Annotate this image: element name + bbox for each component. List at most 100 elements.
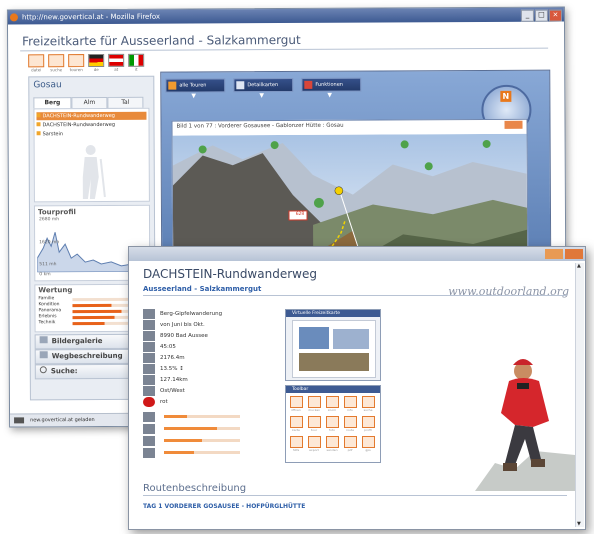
photo-close-button[interactable] <box>504 120 523 129</box>
search-icon <box>48 54 65 68</box>
tool-pdf[interactable]: pdf <box>344 436 357 452</box>
tab-alle-touren[interactable]: alle Touren <box>165 78 226 93</box>
tool-tour[interactable]: tour <box>308 416 321 432</box>
detail-title: DACHSTEIN-Rundwanderweg <box>143 267 317 281</box>
brand-logo: www.outdoorland.org <box>448 285 569 298</box>
hiker-silhouette-icon <box>82 145 106 200</box>
tool-zoom[interactable]: zoom <box>326 396 339 412</box>
tool-label: hilfe <box>292 448 300 452</box>
rating-bar <box>72 321 105 325</box>
detail-rating-track <box>164 415 240 418</box>
toolbar-item-touren[interactable]: touren <box>68 54 85 72</box>
tool-foto[interactable]: foto <box>326 416 339 432</box>
route-icon <box>39 351 48 359</box>
divider <box>143 295 567 296</box>
tool-gps[interactable]: gps <box>362 436 375 452</box>
list-item[interactable]: DACHSTEIN-Rundwanderweg <box>36 121 146 130</box>
binoculars-icon <box>143 435 155 446</box>
rating-bar <box>72 315 115 319</box>
tab-detailkarten[interactable]: Detailkarten <box>233 77 294 93</box>
calendar-icon <box>143 319 155 330</box>
tool-export[interactable]: export <box>308 436 321 452</box>
tool-icon <box>344 436 357 448</box>
photo-viewer: Bild 1 von 77 : Vorderer Gosausee - Gabl… <box>171 118 529 265</box>
route-list: DACHSTEIN-Rundwanderweg DACHSTEIN-Rundwa… <box>33 107 150 203</box>
toolbar-box: Toolbar öffnen drucken zoom info suche karte t… <box>285 385 381 463</box>
detail-titlebar <box>129 247 585 261</box>
fact-text: 127.14km <box>160 376 188 383</box>
detail-minimize-button[interactable] <box>545 249 563 259</box>
tool-info[interactable]: info <box>344 396 357 412</box>
fact-text: 2176.4m <box>160 354 185 361</box>
detail-close-button[interactable] <box>565 249 583 259</box>
toolbar-item-de[interactable]: de <box>88 53 105 72</box>
tool-icon <box>362 396 375 408</box>
toolbar-item-it[interactable]: it <box>128 53 145 72</box>
minimize-button[interactable]: _ <box>520 9 534 22</box>
list-item[interactable]: Sarstein <box>36 130 147 139</box>
tool-label: tour <box>310 428 318 432</box>
tool-label: gps <box>365 448 371 452</box>
tool-öffnen[interactable]: öffnen <box>290 396 303 412</box>
window-controls: _ □ × <box>520 9 562 22</box>
flag-it-icon <box>128 53 145 67</box>
tool-icon <box>326 436 339 448</box>
gallery-icon <box>39 336 48 344</box>
fact-text: von Juni bis Okt. <box>160 321 205 328</box>
altitude-marker: 628 <box>295 211 305 217</box>
tool-icon <box>344 416 357 428</box>
chevron-down-icon[interactable]: ▼ <box>191 92 196 99</box>
tool-karte[interactable]: karte <box>290 416 303 432</box>
rating-bar <box>72 303 111 307</box>
functions-icon <box>304 80 313 89</box>
thumb-image <box>333 329 369 349</box>
detail-rating-track <box>164 427 240 430</box>
maximize-button[interactable]: □ <box>534 9 548 22</box>
detail-rating-track <box>164 451 240 454</box>
tool-senden[interactable]: senden <box>326 436 339 452</box>
tool-hilfe[interactable]: hilfe <box>290 436 303 452</box>
scrollbar[interactable]: ▲ ▼ <box>575 263 584 527</box>
fact-text: 8990 Bad Aussee <box>160 332 208 339</box>
chevron-down-icon[interactable]: ▼ <box>327 92 332 99</box>
detail-rating-bar <box>164 427 218 430</box>
compass-north-badge: N <box>500 90 512 102</box>
divider <box>143 495 567 496</box>
detail-rating-row <box>143 446 240 459</box>
tool-icon <box>308 416 321 428</box>
tab-berg[interactable]: Berg <box>33 97 72 109</box>
rating-label: Technik <box>38 320 56 326</box>
thumb-image <box>299 353 369 371</box>
tool-label: info <box>347 408 353 412</box>
tool-icon <box>326 416 339 428</box>
toolbar-item-suche[interactable]: suche <box>48 54 65 72</box>
scroll-down-arrow[interactable]: ▼ <box>577 521 581 527</box>
tool-route[interactable]: route <box>344 416 357 432</box>
tool-label: karte <box>292 428 300 432</box>
detail-subtitle: Ausseerland - Salzkammergut <box>143 285 262 293</box>
bullet-icon <box>36 131 41 136</box>
tool-icon <box>362 416 375 428</box>
tool-suche[interactable]: suche <box>362 396 375 412</box>
region-title: Gosau <box>33 80 62 91</box>
tool-icon <box>290 416 303 428</box>
map-thumbnail <box>292 320 376 378</box>
toolbar-item-datei[interactable]: datei <box>28 54 45 72</box>
app-toolbar: datei suche touren de at it <box>28 53 145 73</box>
profile-x-start: 0 km <box>39 272 51 278</box>
tool-label: senden <box>326 448 338 452</box>
facts-list: Berg-Gipfelwanderung von Juni bis Okt. 899… <box>129 307 279 477</box>
chevron-down-icon[interactable]: ▼ <box>259 92 264 99</box>
tool-drucken[interactable]: drucken <box>308 396 321 412</box>
detail-window: DACHSTEIN-Rundwanderweg Ausseerland - Sa… <box>128 246 586 530</box>
divider <box>20 47 549 52</box>
tool-icon <box>362 436 375 448</box>
toolbar-item-at[interactable]: at <box>108 53 125 72</box>
tool-profil[interactable]: profil <box>362 416 375 432</box>
virtual-map-box[interactable]: Virtuelle Freizeitkarte <box>285 309 381 381</box>
tool-label: route <box>346 428 354 432</box>
scroll-up-arrow[interactable]: ▲ <box>577 263 581 269</box>
tab-funktionen[interactable]: Funktionen <box>301 77 362 92</box>
list-item[interactable]: DACHSTEIN-Rundwanderweg <box>36 111 147 121</box>
close-button[interactable]: × <box>548 9 562 22</box>
